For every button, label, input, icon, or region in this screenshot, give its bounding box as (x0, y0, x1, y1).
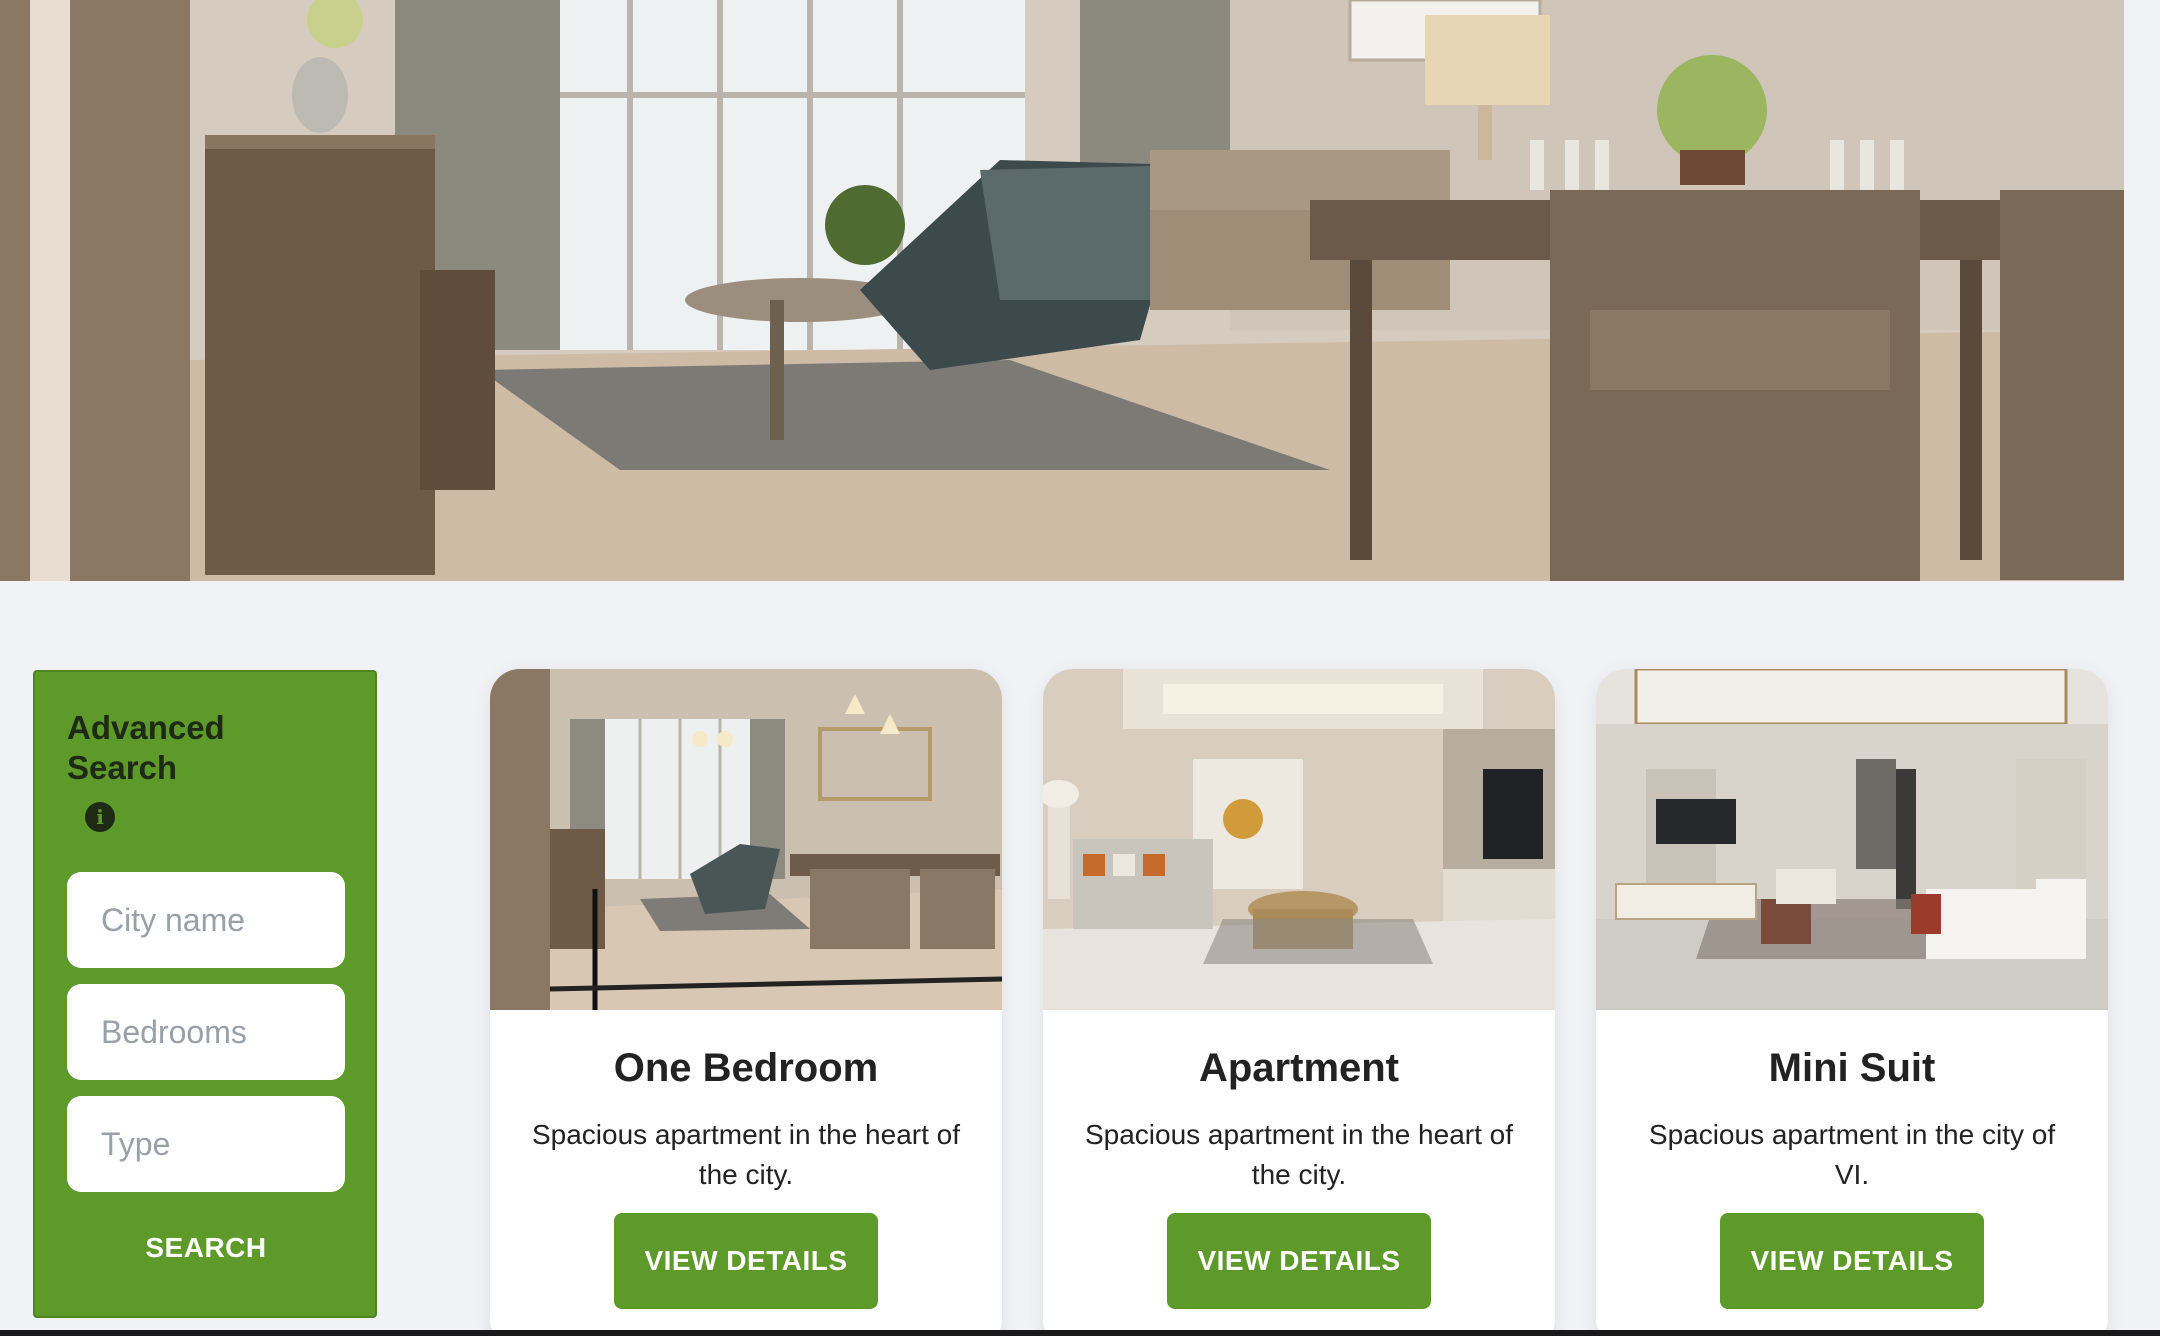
bottom-edge (0, 1330, 2160, 1336)
listing-description: Spacious apartment in the city of VI. (1648, 1119, 2056, 1190)
info-icon[interactable]: i (85, 802, 115, 832)
view-details-button[interactable]: VIEW DETAILS (1720, 1213, 1984, 1309)
listing-image (1043, 669, 1555, 1010)
bedrooms-input[interactable] (67, 984, 345, 1080)
hero-image (0, 0, 2160, 581)
listing-card: One Bedroom Spacious apartment in the he… (490, 669, 1002, 1336)
listing-image (1596, 669, 2108, 1010)
view-details-button[interactable]: VIEW DETAILS (1167, 1213, 1431, 1309)
listing-description: Spacious apartment in the heart of the c… (531, 1119, 961, 1190)
listing-title: Mini Suit (1768, 1046, 1936, 1090)
listing-title: One Bedroom (613, 1046, 879, 1090)
search-button[interactable]: SEARCH (67, 1232, 345, 1264)
hero-room-illustration (0, 0, 2124, 581)
hero-edge-gap (2124, 0, 2160, 581)
type-input[interactable] (67, 1096, 345, 1192)
listing-image (490, 669, 1002, 1010)
listing-card: Apartment Spacious apartment in the hear… (1043, 669, 1555, 1336)
listing-card: Mini Suit Spacious apartment in the city… (1596, 669, 2108, 1336)
listing-description: Spacious apartment in the heart of the c… (1084, 1119, 1514, 1190)
advanced-search-panel: Advanced Search i SEARCH (33, 670, 377, 1318)
view-details-button[interactable]: VIEW DETAILS (614, 1213, 878, 1309)
advanced-search-title: Advanced Search (67, 709, 225, 786)
city-name-input[interactable] (67, 872, 345, 968)
listing-title: Apartment (1198, 1046, 1400, 1090)
